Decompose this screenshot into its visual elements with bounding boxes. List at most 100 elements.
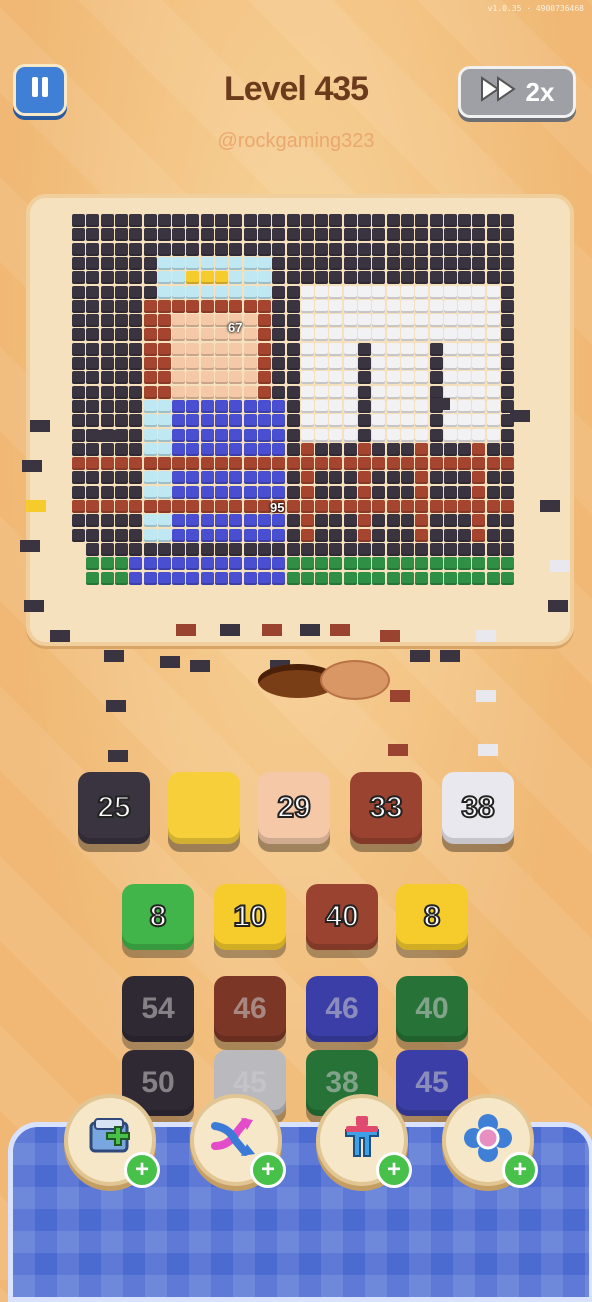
pixel-cell [300,399,314,413]
pixel-cell [157,285,171,299]
pixel-cell [443,256,457,270]
pixel-cell [400,214,414,227]
pixel-cell [386,414,400,428]
pixel-cell [186,471,200,485]
pixel-cell [358,442,371,456]
pixel-cell [229,299,243,313]
pixel-cell [100,571,114,585]
pixel-cell [100,542,114,556]
pixel-cell [415,485,429,499]
pixel-cell [143,399,157,413]
pixel-cell [501,514,514,528]
pixel-cell [114,557,128,571]
pixel-cell [286,357,300,370]
pixel-cell [300,428,314,442]
pixel-cell [472,285,486,299]
pixel-cell [472,399,486,413]
color-tile[interactable]: 8 [396,884,468,950]
color-tile[interactable]: 8 [122,884,194,950]
pixel-cell [215,514,228,528]
add-booster-button[interactable]: + [250,1152,286,1188]
pixel-cell [72,442,85,456]
color-tile[interactable]: 10 [214,884,286,950]
magnet-booster[interactable]: + [316,1094,412,1188]
pixel-cell [400,228,414,242]
pixel-cell [186,342,200,356]
pixel-cell [343,500,357,513]
pixel-cell [272,457,286,471]
pixel-cell [86,471,100,485]
pixel-cell [129,371,143,385]
pixel-cell [243,457,257,471]
pixel-cell [486,542,500,556]
pixel-cell [243,428,257,442]
pixel-cell [400,328,414,342]
pixel-cell [186,514,200,528]
pixel-cell [114,485,128,499]
pixel-cell [372,299,386,313]
pixel-cell [315,371,329,385]
pixel-cell [272,371,286,385]
pixel-cell [129,314,143,328]
pixel-cell [286,285,300,299]
pixel-cell [429,299,443,313]
pixel-cell [129,528,143,542]
pixel-cell [501,571,514,585]
pixel-cell [472,571,486,585]
pixel-cell [86,500,100,513]
pixel-cell [486,385,500,399]
pixel-cell [286,571,300,585]
pixel-cell [315,214,329,227]
pixel-cell [315,557,329,571]
pixel-cell [72,299,85,313]
pixel-cell [257,485,271,499]
pixel-cell [157,385,171,399]
pixel-cell [129,256,143,270]
pixel-cell [114,228,128,242]
pixel-cell [243,314,257,328]
pixel-cell [72,528,85,542]
pixel-cell [114,357,128,370]
pixel-cell [443,285,457,299]
shuffle-booster[interactable]: + [190,1094,286,1188]
add-booster-button[interactable]: + [124,1152,160,1188]
ant [22,460,42,472]
pixel-cell [386,342,400,356]
pixel-cell [472,500,486,513]
pixel-cell [157,514,171,528]
pixel-cell [358,457,371,471]
ant [430,398,450,410]
pixel-cell [129,471,143,485]
speed-button[interactable]: 2x [458,66,576,118]
pixel-cell [186,414,200,428]
pixel-cell [143,428,157,442]
pixel-cell [358,514,371,528]
pixel-cell [443,271,457,285]
add-slot-booster[interactable]: + [64,1094,160,1188]
pixel-cell [415,442,429,456]
pixel-cell [200,385,214,399]
pixel-cell [243,500,257,513]
pixel-cell [400,414,414,428]
pixel-cell [243,471,257,485]
pixel-cell [443,571,457,585]
add-booster-button[interactable]: + [376,1152,412,1188]
pixel-cell [315,399,329,413]
pixel-cell [257,314,271,328]
pixel-cell [358,299,371,313]
pixel-cell [400,256,414,270]
pixel-cell [272,571,286,585]
pixel-cell [257,371,271,385]
pixel-cell [243,299,257,313]
pixel-cell [143,528,157,542]
add-booster-button[interactable]: + [502,1152,538,1188]
pixel-cell [114,371,128,385]
pixel-cell [472,557,486,571]
color-tile[interactable]: 40 [306,884,378,950]
pixel-cell [400,514,414,528]
pixel-cell [114,500,128,513]
pixel-cell [329,385,343,399]
pixel-cell [343,471,357,485]
pixel-cell [300,314,314,328]
freeze-booster[interactable]: + [442,1094,538,1188]
